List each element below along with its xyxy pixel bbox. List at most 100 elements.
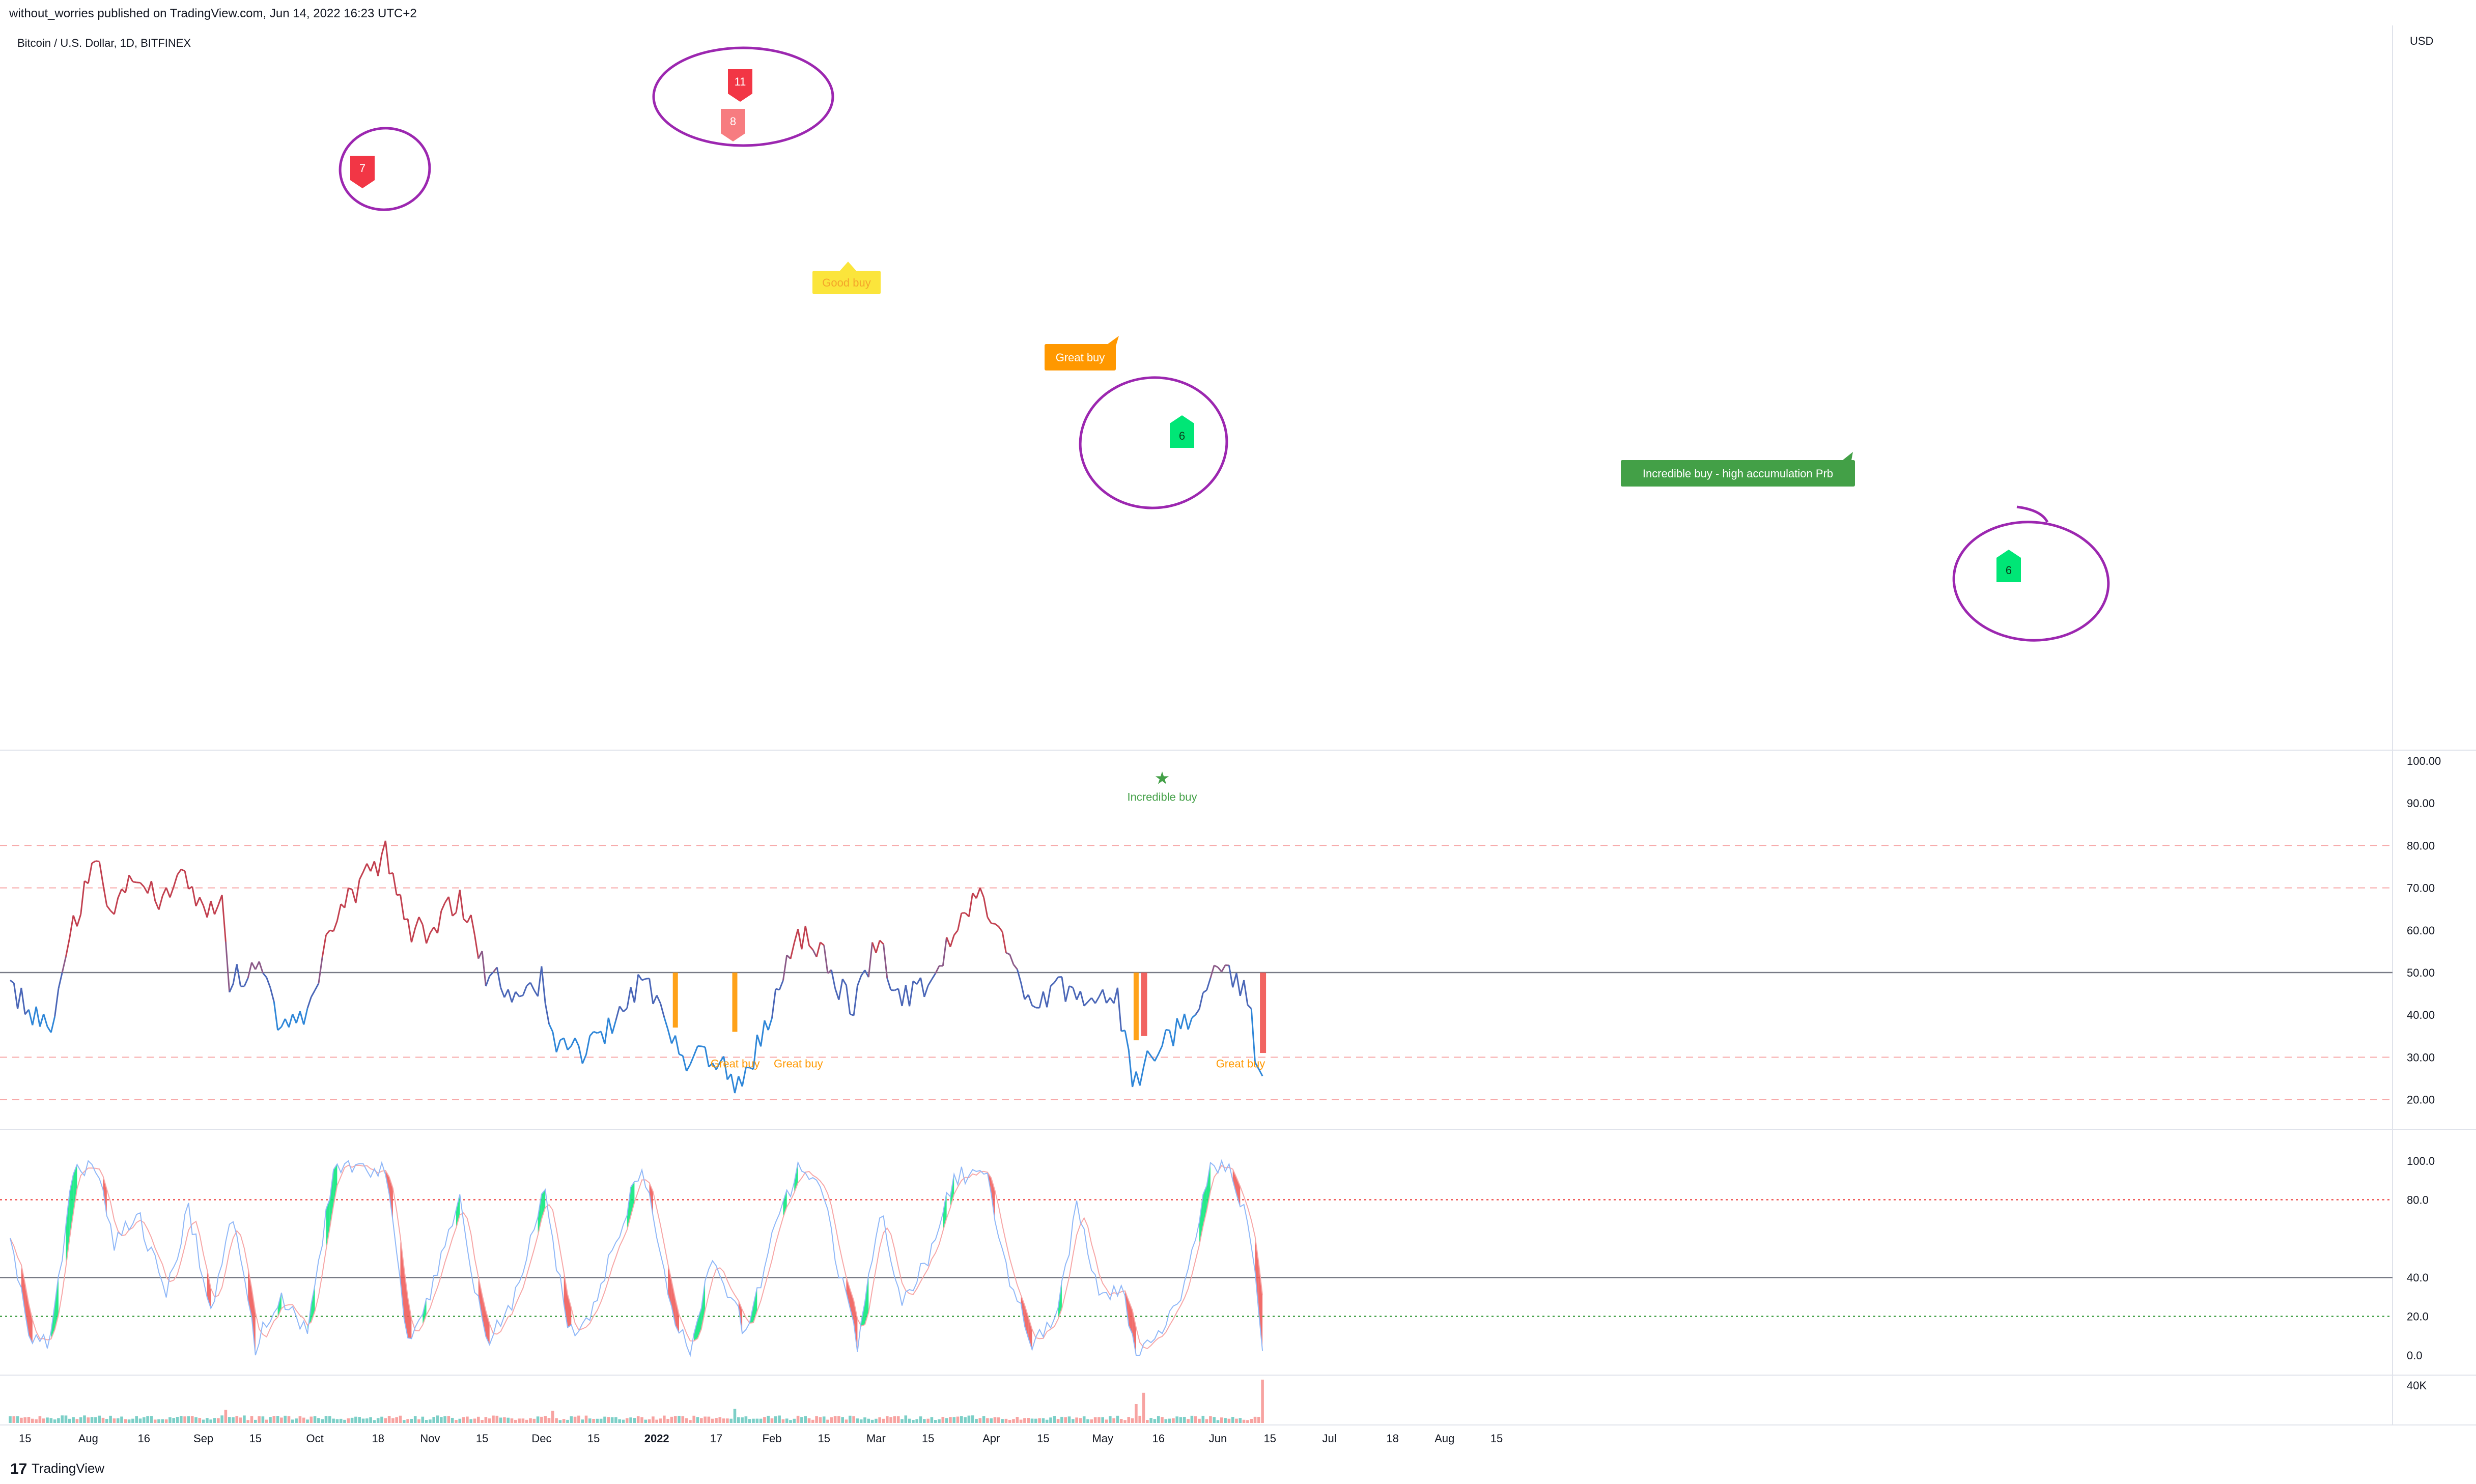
volume-bar xyxy=(484,1417,488,1423)
great-buy-rsi-label: Great buy xyxy=(1216,1058,1265,1070)
great-buy-label[interactable]: Great buy xyxy=(1045,336,1119,370)
time-axis[interactable]: 15 Aug 16 Sep 15 Oct 18 Nov 15 Dec 15 2022 17 Feb 15 Ma… xyxy=(19,1432,1503,1445)
volume-bar xyxy=(481,1420,484,1423)
incredible-buy-label[interactable]: Incredible buy - high accumulation Prb xyxy=(1621,452,1855,487)
great-buy-rsi-label: Great buy xyxy=(774,1058,823,1070)
rsi-segment xyxy=(481,951,487,987)
volume-bar xyxy=(1198,1418,1201,1423)
sell-signal-marker[interactable]: 8 xyxy=(721,109,745,141)
time-tick-label: Jun xyxy=(1209,1432,1227,1445)
chart-canvas[interactable]: without_worries published on TradingView… xyxy=(0,0,2476,1484)
rsi-signal-bar xyxy=(672,973,678,1028)
annotations-layer[interactable]: 7 11 8 6 6 Good buy Great buy Incredible buy - … xyxy=(336,46,2113,646)
time-tick-label: Sep xyxy=(193,1432,213,1445)
volume-bar xyxy=(1164,1419,1168,1423)
rsi-segment xyxy=(1016,969,1022,983)
sell-signal-marker[interactable]: 7 xyxy=(350,156,375,188)
time-tick-label: 18 xyxy=(372,1432,384,1445)
volume-bar xyxy=(1112,1418,1115,1423)
rsi-segment xyxy=(972,893,977,899)
rsi-segment xyxy=(32,1006,37,1025)
volume-pane[interactable] xyxy=(9,1379,1264,1423)
rsi-segment xyxy=(1005,952,1010,955)
volume-bar xyxy=(1220,1417,1223,1423)
volume-bar xyxy=(659,1418,662,1423)
buy-signal-marker[interactable]: 6 xyxy=(1170,415,1194,448)
rsi-segment xyxy=(734,1076,740,1094)
rsi-segment xyxy=(440,902,446,911)
rsi-segment xyxy=(682,1055,688,1072)
rsi-segment xyxy=(615,1006,621,1020)
rsi-segment xyxy=(1184,1013,1189,1030)
volume-bar xyxy=(492,1415,495,1423)
annotation-circle[interactable] xyxy=(1076,373,1231,512)
volume-bar xyxy=(588,1418,592,1423)
volume-bar xyxy=(689,1420,692,1423)
volume-bar xyxy=(859,1419,863,1423)
annotation-stroke[interactable] xyxy=(2016,505,2049,523)
rsi-segment xyxy=(1135,1071,1141,1086)
volume-bar xyxy=(206,1418,209,1423)
volume-bar xyxy=(978,1418,982,1423)
volume-axis[interactable]: 40K xyxy=(2407,1379,2427,1392)
rsi-segment xyxy=(91,860,96,864)
volume-bar xyxy=(90,1417,94,1423)
volume-bar xyxy=(443,1416,446,1423)
stoch-pane[interactable] xyxy=(0,1159,2393,1357)
rsi-segment xyxy=(325,930,330,935)
stoch-axis[interactable]: 100.0 80.0 40.0 20.0 0.0 xyxy=(2407,1155,2435,1362)
time-tick-label: Oct xyxy=(306,1432,323,1445)
rsi-segment xyxy=(13,983,19,1009)
volume-bar xyxy=(276,1416,279,1423)
rsi-segment xyxy=(823,945,829,974)
rsi-segment xyxy=(957,912,963,931)
time-tick-label: 15 xyxy=(1490,1432,1503,1445)
volume-bar xyxy=(194,1417,198,1423)
volume-bar xyxy=(525,1419,528,1423)
rsi-segment xyxy=(20,987,26,1015)
volume-bar xyxy=(347,1418,350,1423)
volume-bar xyxy=(867,1418,870,1423)
rsi-segment xyxy=(808,945,813,951)
volume-bar xyxy=(774,1416,777,1423)
volume-bar xyxy=(157,1419,160,1423)
rsi-segment xyxy=(284,1018,290,1028)
rsi-segment xyxy=(607,1017,613,1034)
volume-bar xyxy=(335,1419,339,1423)
volume-bar xyxy=(670,1416,673,1423)
volume-bar xyxy=(1086,1419,1089,1423)
volume-bar xyxy=(726,1418,729,1423)
volume-bar xyxy=(361,1418,365,1423)
rsi-segment xyxy=(618,1006,624,1012)
rsi-segment xyxy=(767,1017,773,1031)
buy-signal-marker[interactable]: 6 xyxy=(1996,550,2021,582)
volume-bar xyxy=(1105,1419,1108,1423)
rsi-segment xyxy=(292,1013,297,1024)
volume-bar xyxy=(180,1416,183,1423)
rsi-segment xyxy=(266,977,271,988)
rsi-axis[interactable]: 100.00 90.00 80.00 70.00 60.00 50.00 40.00 30.0… xyxy=(2407,755,2441,1106)
star-icon: ★ xyxy=(1155,768,1170,788)
marker-number: 8 xyxy=(730,115,736,128)
volume-bar xyxy=(1030,1418,1034,1423)
volume-bar xyxy=(57,1418,60,1423)
volume-bar xyxy=(781,1419,785,1423)
annotation-circle[interactable] xyxy=(1950,517,2112,646)
good-buy-label[interactable]: Good buy xyxy=(812,262,881,294)
rsi-segment xyxy=(738,1076,743,1087)
volume-bar xyxy=(1194,1416,1197,1423)
rsi-segment xyxy=(741,1067,747,1087)
rsi-segment xyxy=(1187,1017,1193,1030)
rsi-segment xyxy=(730,1073,736,1094)
rsi-segment xyxy=(161,887,167,896)
volume-bar xyxy=(1224,1418,1227,1423)
rsi-segment xyxy=(221,895,227,942)
volume-bar xyxy=(243,1415,246,1423)
tradingview-logo[interactable]: 17 TradingView xyxy=(10,1461,104,1477)
sell-signal-marker[interactable]: 11 xyxy=(728,69,752,102)
rsi-pane[interactable]: Great buy Great buy Great buy Incredible bu… xyxy=(0,768,2393,1100)
volume-bar xyxy=(610,1417,614,1423)
volume-bar xyxy=(376,1418,380,1423)
volume-bar xyxy=(1049,1417,1052,1423)
volume-bar xyxy=(202,1419,205,1423)
